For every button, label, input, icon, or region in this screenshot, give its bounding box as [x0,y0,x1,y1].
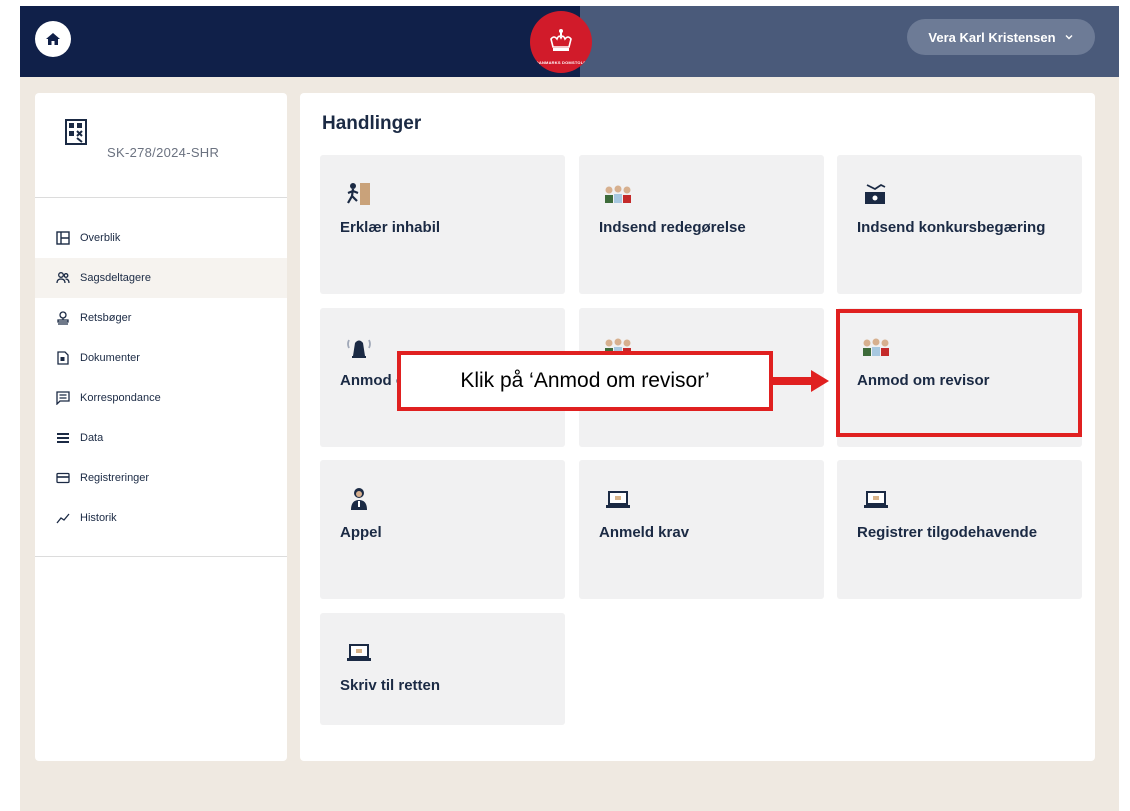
sidebar-item-historik[interactable]: Historik [35,498,287,538]
page-title: Handlinger [322,113,422,134]
sidebar-item-label: Data [80,432,104,444]
tile-label: Indsend konkursbegæring [857,219,1046,236]
sidebar-item-overblik[interactable]: Overblik [35,218,287,258]
people-icon [56,271,70,285]
sidebar-item-dokumenter[interactable]: Dokumenter [35,338,287,378]
laptop-icon [864,491,888,508]
tile-label: Anmeld krav [599,524,690,541]
laptop-icon [347,644,371,661]
sidebar-item-registreringer[interactable]: Registreringer [35,458,287,498]
layout-grid-icon [56,231,70,245]
action-tile-erklaer-inhabil[interactable]: Erklær inhabil [320,155,565,294]
action-tile-anmeld-krav[interactable]: Anmeld krav [579,460,824,599]
tile-label: Skriv til retten [340,677,441,694]
sidebar-item-label: Sagsdeltagere [80,272,151,284]
sidebar-divider [35,197,287,198]
app-window: DANMARKS DOMSTOLE Vera Karl Kristensen S… [20,6,1119,811]
case-building-icon [65,119,87,145]
message-icon [56,391,70,405]
trend-line-icon [56,511,70,525]
tile-label: Erklær inhabil [340,219,441,236]
sidebar: SK-278/2024-SHR Overblik Sagsdeltagere R… [35,93,287,761]
action-tile-indsend-redegorelse[interactable]: Indsend redegørelse [579,155,824,294]
top-bar: DANMARKS DOMSTOLE Vera Karl Kristensen [20,6,1119,77]
sidebar-item-retsboger[interactable]: Retsbøger [35,298,287,338]
action-tile-appel[interactable]: Appel [320,460,565,599]
sidebar-divider [35,556,287,557]
people-group-icon [605,185,631,203]
action-tile-indsend-konkursbegaering[interactable]: Indsend konkursbegæring [837,155,1082,294]
case-id: SK-278/2024-SHR [107,145,220,160]
sidebar-item-korrespondance[interactable]: Korrespondance [35,378,287,418]
instruction-callout: Klik på ‘Anmod om revisor’ [397,351,773,411]
document-icon [56,351,70,365]
sidebar-item-label: Dokumenter [80,352,140,364]
action-tile-skriv-til-retten[interactable]: Skriv til retten [320,613,565,725]
user-menu-button[interactable]: Vera Karl Kristensen [907,19,1095,55]
callout-text: Klik på ‘Anmod om revisor’ [460,369,710,392]
arrow-right-icon [773,370,829,392]
tile-label: Appel [340,524,382,541]
cash-register-icon [865,183,886,204]
person-exit-icon [347,183,370,205]
chevron-down-icon [1065,35,1073,40]
home-icon [46,33,60,45]
tile-label: Indsend redegørelse [599,219,746,236]
logo-text: DANMARKS DOMSTOLE [535,60,587,65]
crown-icon [550,29,572,51]
home-button[interactable] [35,21,71,57]
highlight-box [836,309,1082,437]
user-name: Vera Karl Kristensen [928,29,1056,45]
bell-icon [347,339,371,358]
sidebar-item-sagsdeltagere[interactable]: Sagsdeltagere [35,258,287,298]
tile-label: Registrer tilgodehavende [857,524,1038,541]
crown-logo[interactable]: DANMARKS DOMSTOLE [530,11,592,73]
action-tile-registrer-tilgodehavende[interactable]: Registrer tilgodehavende [837,460,1082,599]
sidebar-item-label: Overblik [80,232,121,244]
judge-icon [351,488,367,510]
sidebar-item-label: Registreringer [80,472,150,484]
sidebar-item-label: Retsbøger [80,312,132,324]
sidebar-item-label: Historik [80,512,117,524]
stamp-icon [56,311,70,325]
laptop-icon [606,491,630,508]
list-icon [56,431,70,445]
sidebar-item-label: Korrespondance [80,392,161,404]
card-icon [56,471,70,485]
sidebar-item-data[interactable]: Data [35,418,287,458]
